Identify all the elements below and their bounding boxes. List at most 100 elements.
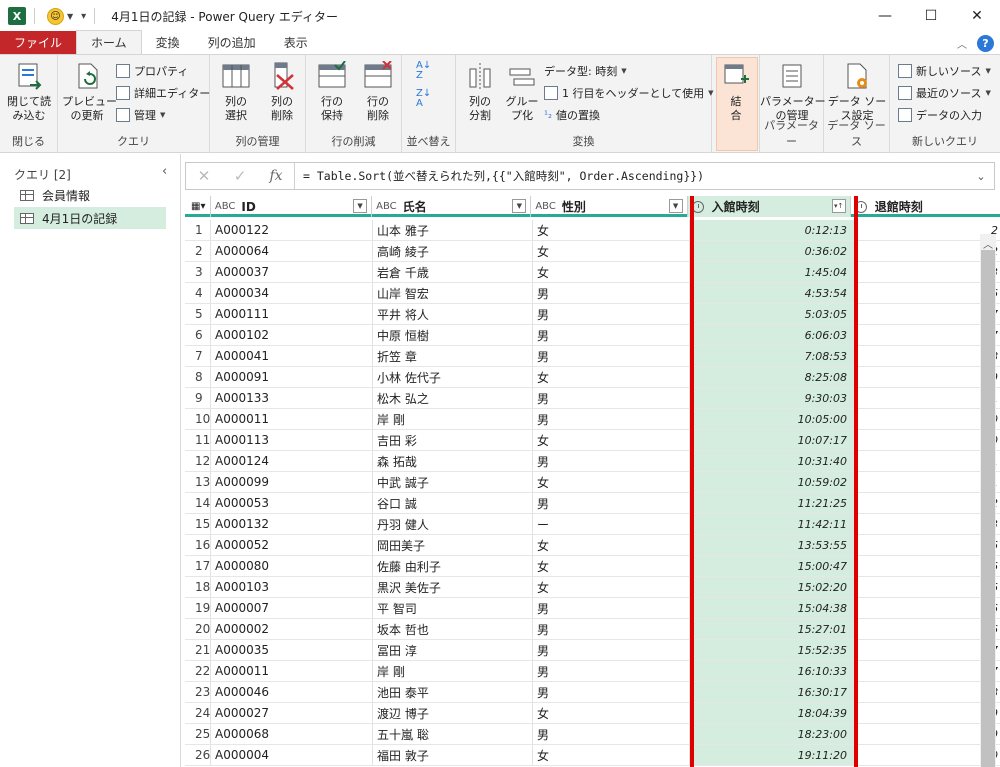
- clock-icon[interactable]: [854, 200, 867, 213]
- cell-sex[interactable]: 男: [533, 598, 690, 618]
- row-number[interactable]: 1: [185, 220, 211, 240]
- data-type-dropdown[interactable]: データ型: 時刻 ▼: [544, 63, 627, 79]
- cell-sex[interactable]: 男: [533, 325, 690, 345]
- cell-exit-time[interactable]: 10: [854, 430, 1000, 450]
- cell-id[interactable]: A000080: [211, 556, 373, 576]
- column-header-entry-time[interactable]: 入館時刻 ▾↑: [687, 196, 851, 217]
- cell-sex[interactable]: 女: [533, 577, 690, 597]
- cell-exit-time[interactable]: 3: [854, 262, 1000, 282]
- maximize-button[interactable]: ☐: [908, 0, 954, 32]
- row-number[interactable]: 25: [185, 724, 211, 744]
- cell-entry-time[interactable]: 15:00:47: [690, 556, 854, 576]
- row-number[interactable]: 13: [185, 472, 211, 492]
- table-row[interactable]: 15A000132丹羽 健人ー11:42:1113: [185, 514, 1000, 535]
- cell-sex[interactable]: 女: [533, 262, 690, 282]
- close-button[interactable]: ✕: [954, 0, 1000, 32]
- keep-rows-button[interactable]: 行の 保持: [310, 60, 354, 123]
- row-number[interactable]: 18: [185, 577, 211, 597]
- expand-formula-icon[interactable]: ⌄: [968, 170, 994, 183]
- cell-name[interactable]: 黒沢 美佐子: [373, 577, 533, 597]
- tab-file[interactable]: ファイル: [0, 31, 77, 54]
- cell-entry-time[interactable]: 0:36:02: [690, 241, 854, 261]
- cell-entry-time[interactable]: 16:30:17: [690, 682, 854, 702]
- cell-name[interactable]: 岩倉 千歳: [373, 262, 533, 282]
- row-number[interactable]: 6: [185, 325, 211, 345]
- cell-id[interactable]: A000132: [211, 514, 373, 534]
- cell-id[interactable]: A000091: [211, 367, 373, 387]
- cell-exit-time[interactable]: 7: [854, 325, 1000, 345]
- table-row[interactable]: 10A000011岸 剛男10:05:0010: [185, 409, 1000, 430]
- cell-sex[interactable]: 女: [533, 367, 690, 387]
- cell-entry-time[interactable]: 10:31:40: [690, 451, 854, 471]
- cell-name[interactable]: 坂本 哲也: [373, 619, 533, 639]
- cell-entry-time[interactable]: 6:06:03: [690, 325, 854, 345]
- cell-name[interactable]: 山本 雅子: [373, 220, 533, 240]
- row-number[interactable]: 9: [185, 388, 211, 408]
- table-row[interactable]: 13A000099中武 誠子女10:59:0211: [185, 472, 1000, 493]
- preview-refresh-button[interactable]: プレビュー の更新: [62, 61, 117, 123]
- tab-view[interactable]: 表示: [270, 31, 322, 54]
- cell-exit-time[interactable]: 8: [854, 346, 1000, 366]
- table-row[interactable]: 2A000064高崎 綾子女0:36:022: [185, 241, 1000, 262]
- cell-sex[interactable]: 男: [533, 619, 690, 639]
- cell-sex[interactable]: 男: [533, 451, 690, 471]
- cell-exit-time[interactable]: 19: [854, 724, 1000, 744]
- cell-name[interactable]: 冨田 淳: [373, 640, 533, 660]
- column-header-name[interactable]: ABC 氏名 ▼: [372, 196, 532, 217]
- row-number[interactable]: 12: [185, 451, 211, 471]
- cell-id[interactable]: A000103: [211, 577, 373, 597]
- cell-id[interactable]: A000027: [211, 703, 373, 723]
- new-source-button[interactable]: 新しいソース ▼: [898, 63, 991, 79]
- filter-dropdown-icon[interactable]: ▼: [668, 199, 683, 213]
- cell-exit-time[interactable]: 2: [854, 220, 1000, 240]
- column-header-id[interactable]: ABC ID ▼: [211, 196, 373, 217]
- smiley-feedback-icon[interactable]: ☺: [47, 7, 64, 25]
- remove-rows-button[interactable]: 行の 削除: [356, 60, 400, 123]
- chevron-left-icon[interactable]: ‹: [162, 164, 167, 179]
- manage-parameters-button[interactable]: パラメーター の管理: [760, 61, 826, 123]
- cell-id[interactable]: A000004: [211, 745, 373, 765]
- cell-sex[interactable]: 女: [533, 535, 690, 555]
- cell-name[interactable]: 五十嵐 聡: [373, 724, 533, 744]
- table-row[interactable]: 6A000102中原 恒樹男6:06:037: [185, 325, 1000, 346]
- table-row[interactable]: 14A000053谷口 誠男11:21:2512: [185, 493, 1000, 514]
- cell-sex[interactable]: 女: [533, 745, 690, 765]
- table-row[interactable]: 26A000004福田 敦子女19:11:2020: [185, 745, 1000, 766]
- cell-sex[interactable]: 男: [533, 661, 690, 681]
- cell-name[interactable]: 谷口 誠: [373, 493, 533, 513]
- cell-name[interactable]: 山岸 智宏: [373, 283, 533, 303]
- cell-entry-time[interactable]: 15:04:38: [690, 598, 854, 618]
- query-item-april1[interactable]: 4月1日の記録: [14, 207, 166, 229]
- cell-sex[interactable]: 女: [533, 703, 690, 723]
- cell-id[interactable]: A000133: [211, 388, 373, 408]
- table-row[interactable]: 19A000007平 智司男15:04:3816: [185, 598, 1000, 619]
- vertical-scrollbar[interactable]: ︿: [980, 234, 996, 767]
- group-by-button[interactable]: グルー プ化: [502, 61, 542, 123]
- row-number[interactable]: 26: [185, 745, 211, 765]
- scrollbar-thumb[interactable]: [981, 250, 995, 767]
- cell-exit-time[interactable]: 19: [854, 703, 1000, 723]
- table-row[interactable]: 3A000037岩倉 千歳女1:45:043: [185, 262, 1000, 283]
- cell-sex[interactable]: 男: [533, 346, 690, 366]
- cell-name[interactable]: 中原 恒樹: [373, 325, 533, 345]
- cell-entry-time[interactable]: 0:12:13: [690, 220, 854, 240]
- cell-exit-time[interactable]: 11: [854, 472, 1000, 492]
- manage-button[interactable]: 管理 ▼: [116, 107, 165, 123]
- cell-id[interactable]: A000037: [211, 262, 373, 282]
- cell-sex[interactable]: 男: [533, 388, 690, 408]
- cell-entry-time[interactable]: 15:27:01: [690, 619, 854, 639]
- cell-entry-time[interactable]: 19:11:20: [690, 745, 854, 765]
- cell-sex[interactable]: 女: [533, 472, 690, 492]
- cell-name[interactable]: 岸 剛: [373, 409, 533, 429]
- cell-exit-time[interactable]: 16: [854, 619, 1000, 639]
- cell-entry-time[interactable]: 5:03:05: [690, 304, 854, 324]
- cell-name[interactable]: 福田 敦子: [373, 745, 533, 765]
- cell-exit-time[interactable]: 7: [854, 304, 1000, 324]
- cell-sex[interactable]: 男: [533, 682, 690, 702]
- cell-entry-time[interactable]: 11:42:11: [690, 514, 854, 534]
- cell-entry-time[interactable]: 10:05:00: [690, 409, 854, 429]
- text-type-icon[interactable]: ABC: [376, 201, 397, 212]
- cell-exit-time[interactable]: 11: [854, 451, 1000, 471]
- cell-name[interactable]: 中武 誠子: [373, 472, 533, 492]
- cell-name[interactable]: 佐藤 由利子: [373, 556, 533, 576]
